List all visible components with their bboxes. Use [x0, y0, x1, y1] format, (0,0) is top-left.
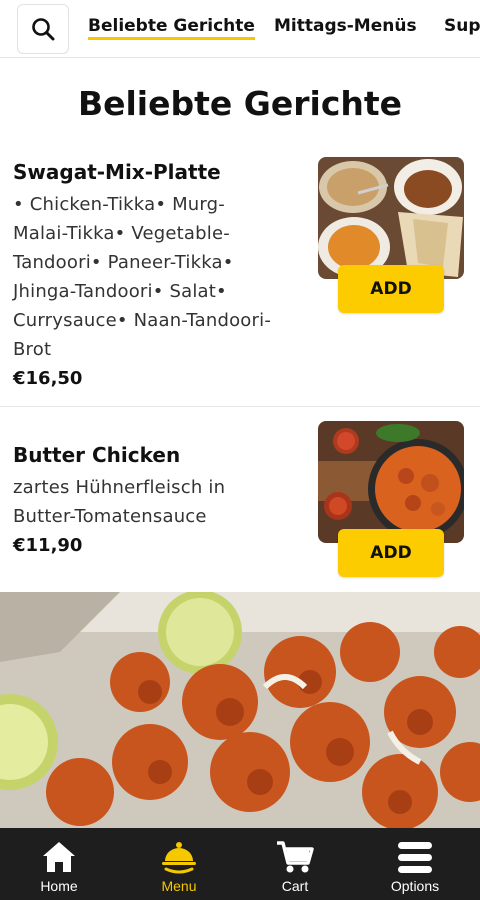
promo-banner-image [0, 592, 480, 828]
add-button[interactable]: ADD [338, 265, 444, 313]
dish-name: Butter Chicken [13, 443, 181, 467]
nav-cart-label: Cart [281, 878, 309, 894]
add-button[interactable]: ADD [338, 529, 444, 577]
description-line: Brot [13, 339, 52, 360]
dish-name: Swagat-Mix-Platte [13, 160, 221, 184]
description-line: Butter-Tomatensauce [13, 506, 207, 527]
nav-options-label: Options [390, 878, 440, 894]
description-line: Currysauce• Naan-Tandoori- [13, 310, 272, 331]
description-line: Malai-Tikka• Vegetable- [13, 223, 230, 244]
bottom-navigation: Home Menu Cart Options [0, 828, 480, 900]
tab-mittags-menus[interactable]: Mittags-Menüs [274, 16, 417, 36]
home-icon [43, 842, 75, 872]
nav-options[interactable]: Options [378, 828, 452, 900]
section-title: Beliebte Gerichte [77, 84, 403, 123]
nav-menu-label: Menu [161, 878, 197, 894]
nav-menu[interactable]: Menu [142, 828, 216, 900]
nav-home[interactable]: Home [22, 828, 96, 900]
description-line: zartes Hühnerfleisch in [13, 477, 226, 498]
description-line: Tandoori• Paneer-Tikka• [13, 252, 234, 273]
category-tab-bar: Beliebte Gerichte Mittags-Menüs Suppen [0, 0, 480, 58]
dish-price: €11,90 [13, 535, 83, 556]
dish-price: €16,50 [13, 368, 83, 389]
search-button[interactable] [17, 4, 69, 54]
tab-suppen[interactable]: Suppen [444, 16, 480, 36]
tab-beliebte-gerichte[interactable]: Beliebte Gerichte [88, 16, 255, 40]
nav-home-label: Home [40, 878, 78, 894]
dish-card-butter-chicken[interactable]: Butter Chicken zartes Hühnerfleisch in B… [0, 407, 480, 591]
description-line: • Chicken-Tikka• Murg- [13, 194, 226, 215]
search-icon [32, 18, 55, 41]
dish-image-platter [318, 157, 464, 279]
dish-description: zartes Hühnerfleisch in Butter-Tomatensa… [13, 473, 308, 531]
nav-cart[interactable]: Cart [258, 828, 332, 900]
hamburger-icon [398, 842, 432, 873]
description-line: Jhinga-Tandoori• Salat• [13, 281, 227, 302]
dish-description: • Chicken-Tikka• Murg- Malai-Tikka• Vege… [13, 190, 308, 364]
dish-image-butter-chicken [318, 421, 464, 543]
dish-card-swagat-mix-platte[interactable]: Swagat-Mix-Platte • Chicken-Tikka• Murg-… [0, 150, 480, 406]
cart-icon [277, 841, 314, 873]
menu-cloche-icon [162, 842, 196, 874]
